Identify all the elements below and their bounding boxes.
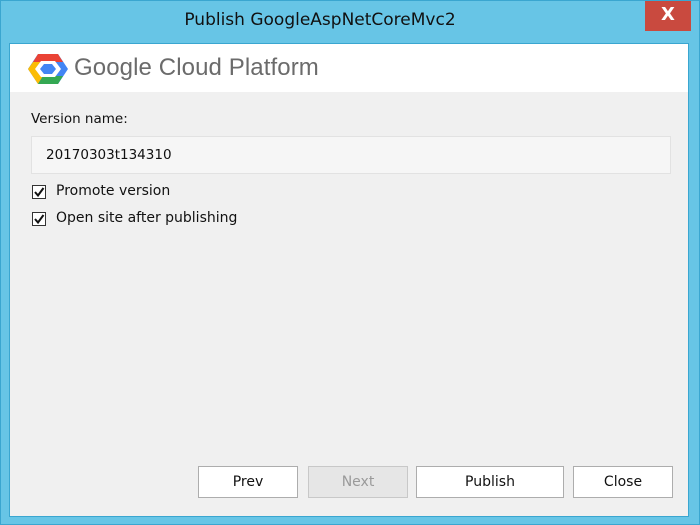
dialog-client-area: Google Cloud Platform Version name: Prom… bbox=[9, 43, 689, 517]
title-bar[interactable]: Publish GoogleAspNetCoreMvc2 X bbox=[1, 1, 699, 43]
window-title: Publish GoogleAspNetCoreMvc2 bbox=[184, 10, 456, 30]
close-button[interactable]: Close bbox=[573, 466, 673, 498]
promote-version-label: Promote version bbox=[56, 183, 171, 199]
brand-banner: Google Cloud Platform bbox=[10, 44, 688, 92]
publish-button[interactable]: Publish bbox=[416, 466, 564, 498]
dialog-window: Publish GoogleAspNetCoreMvc2 X Google Cl… bbox=[0, 0, 700, 525]
google-cloud-hexagon-icon bbox=[28, 54, 68, 84]
window-close-button[interactable]: X bbox=[645, 1, 691, 31]
brand-name: Google Cloud Platform bbox=[74, 54, 319, 81]
prev-button[interactable]: Prev bbox=[198, 466, 298, 498]
open-site-checkbox[interactable] bbox=[32, 212, 46, 226]
version-name-label: Version name: bbox=[31, 111, 128, 127]
promote-version-checkbox[interactable] bbox=[32, 185, 46, 199]
checkmark-icon bbox=[34, 214, 45, 225]
checkmark-icon bbox=[34, 187, 45, 198]
version-name-input[interactable] bbox=[31, 136, 671, 174]
open-site-label: Open site after publishing bbox=[56, 210, 238, 226]
next-button: Next bbox=[308, 466, 408, 498]
